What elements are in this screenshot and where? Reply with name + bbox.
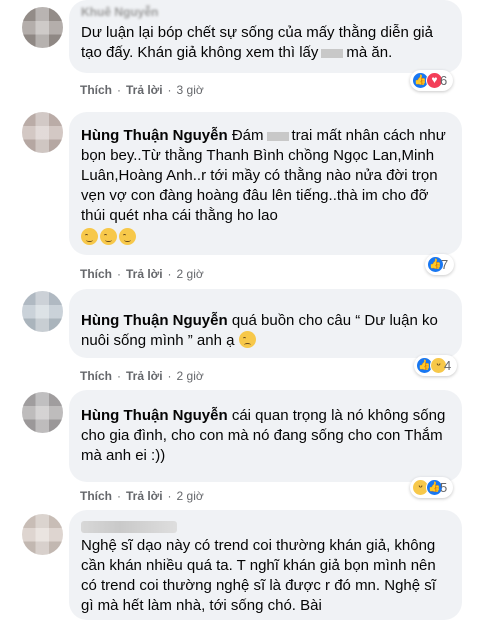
comment-timestamp[interactable]: 2 giờ — [177, 489, 204, 503]
comment-bubble: Nghệ sĩ dạo này có trend coi thường khán… — [69, 510, 462, 620]
like-button[interactable]: Thích — [80, 489, 112, 503]
comment-actions: Thích · Trả lời · 2 giờ — [80, 267, 204, 281]
reaction-count: 7 — [441, 257, 449, 272]
avatar[interactable] — [22, 392, 63, 433]
comment-timestamp[interactable]: 2 giờ — [177, 267, 204, 281]
disappointed-emoji-icon — [238, 331, 256, 348]
censored-word — [321, 48, 344, 58]
reaction-count: 4 — [444, 358, 452, 373]
avatar[interactable] — [22, 7, 63, 48]
separator: · — [167, 369, 172, 383]
comment-actions: Thích · Trả lời · 2 giờ — [80, 369, 204, 383]
reply-button[interactable]: Trả lời — [126, 267, 163, 281]
comment-timestamp[interactable]: 3 giờ — [177, 83, 204, 97]
comment-text: Hùng Thuận Nguyễn Đám trai mất nhân cách … — [81, 126, 450, 248]
comment-text: Hùng Thuận Nguyễn cái quan trọng là nó k… — [81, 407, 446, 464]
grinning-emoji-icon — [119, 228, 136, 245]
reply-button[interactable]: Trả lời — [126, 83, 163, 97]
avatar[interactable] — [22, 514, 63, 555]
comment-actions: Thích · Trả lời · 2 giờ — [80, 489, 204, 503]
separator: · — [117, 83, 121, 97]
comment-author[interactable]: Hùng Thuận Nguyễn — [81, 312, 228, 329]
avatar[interactable] — [22, 291, 63, 332]
reaction-summary[interactable]: 👍 7 — [425, 254, 455, 275]
comment-text: Dư luận lại bóp chết sự sống của mấy thằ… — [81, 24, 433, 61]
comment-bubble: Hùng Thuận Nguyễn quá buồn cho câu “ Dư … — [69, 289, 462, 358]
grinning-emoji-icon — [100, 228, 117, 245]
comment-text: Hùng Thuận Nguyễn quá buồn cho câu “ Dư … — [81, 312, 438, 349]
like-button[interactable]: Thích — [80, 83, 112, 97]
reply-button[interactable]: Trả lời — [126, 489, 163, 503]
comment-bubble: Khuê Nguyễn Dư luận lại bóp chết sự sống… — [69, 0, 462, 73]
reaction-count: 5 — [440, 480, 448, 495]
separator: · — [167, 267, 172, 281]
comment-actions: Thích · Trả lời · 3 giờ — [80, 83, 204, 97]
grinning-emoji-icon — [81, 228, 98, 245]
separator: · — [167, 83, 172, 97]
censored-word — [266, 131, 289, 141]
comment-author[interactable]: Hùng Thuận Nguyễn — [81, 127, 228, 144]
like-button[interactable]: Thích — [80, 267, 112, 281]
separator: · — [167, 489, 172, 503]
reaction-summary[interactable]: 👍 ᵕ 4 — [414, 355, 458, 376]
reaction-summary[interactable]: 👍 ♥ 6 — [410, 70, 454, 91]
reply-button[interactable]: Trả lời — [126, 369, 163, 383]
separator: · — [117, 489, 121, 503]
like-button[interactable]: Thích — [80, 369, 112, 383]
avatar[interactable] — [22, 112, 63, 153]
separator: · — [117, 369, 121, 383]
reaction-summary[interactable]: ᵕ 👍 5 — [410, 477, 454, 498]
comment-timestamp[interactable]: 2 giờ — [177, 369, 204, 383]
comment-author[interactable]: Hùng Thuận Nguyễn — [81, 407, 228, 424]
separator: · — [117, 267, 121, 281]
comment-author[interactable]: Khuê Nguyễn — [81, 5, 450, 19]
comment-text: Nghệ sĩ dạo này có trend coi thường khán… — [81, 537, 436, 614]
blurred-author[interactable] — [81, 518, 450, 533]
comment-bubble: Hùng Thuận Nguyễn Đám trai mất nhân cách … — [69, 112, 462, 255]
comment-bubble: Hùng Thuận Nguyễn cái quan trọng là nó k… — [69, 390, 462, 482]
reaction-count: 6 — [440, 73, 448, 88]
